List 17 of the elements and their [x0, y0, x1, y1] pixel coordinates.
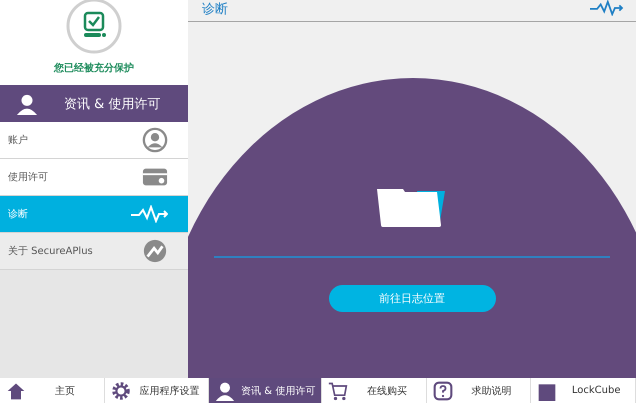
sidebar-item[interactable]: 关于 SecureAPlus [0, 233, 188, 270]
person-icon [215, 380, 236, 400]
person-icon [16, 92, 38, 114]
section-title: 资讯 & 使用许可 [64, 96, 160, 112]
folder-icon [377, 187, 447, 229]
logo-icon [142, 238, 168, 264]
question-icon [432, 380, 453, 400]
cart-icon [328, 380, 348, 400]
house-icon [6, 380, 26, 400]
nav-tab[interactable]: 资讯 & 使用许可 [209, 378, 322, 403]
page-title: 诊断 [202, 1, 228, 18]
sidebar-item[interactable]: 账户 [0, 122, 188, 159]
pulse-icon [130, 205, 168, 223]
sidebar-item[interactable]: 使用许可 [0, 159, 188, 196]
protection-status: 您已经被充分保护 [54, 61, 134, 75]
person-icon [142, 127, 168, 153]
gear-icon [110, 380, 131, 400]
